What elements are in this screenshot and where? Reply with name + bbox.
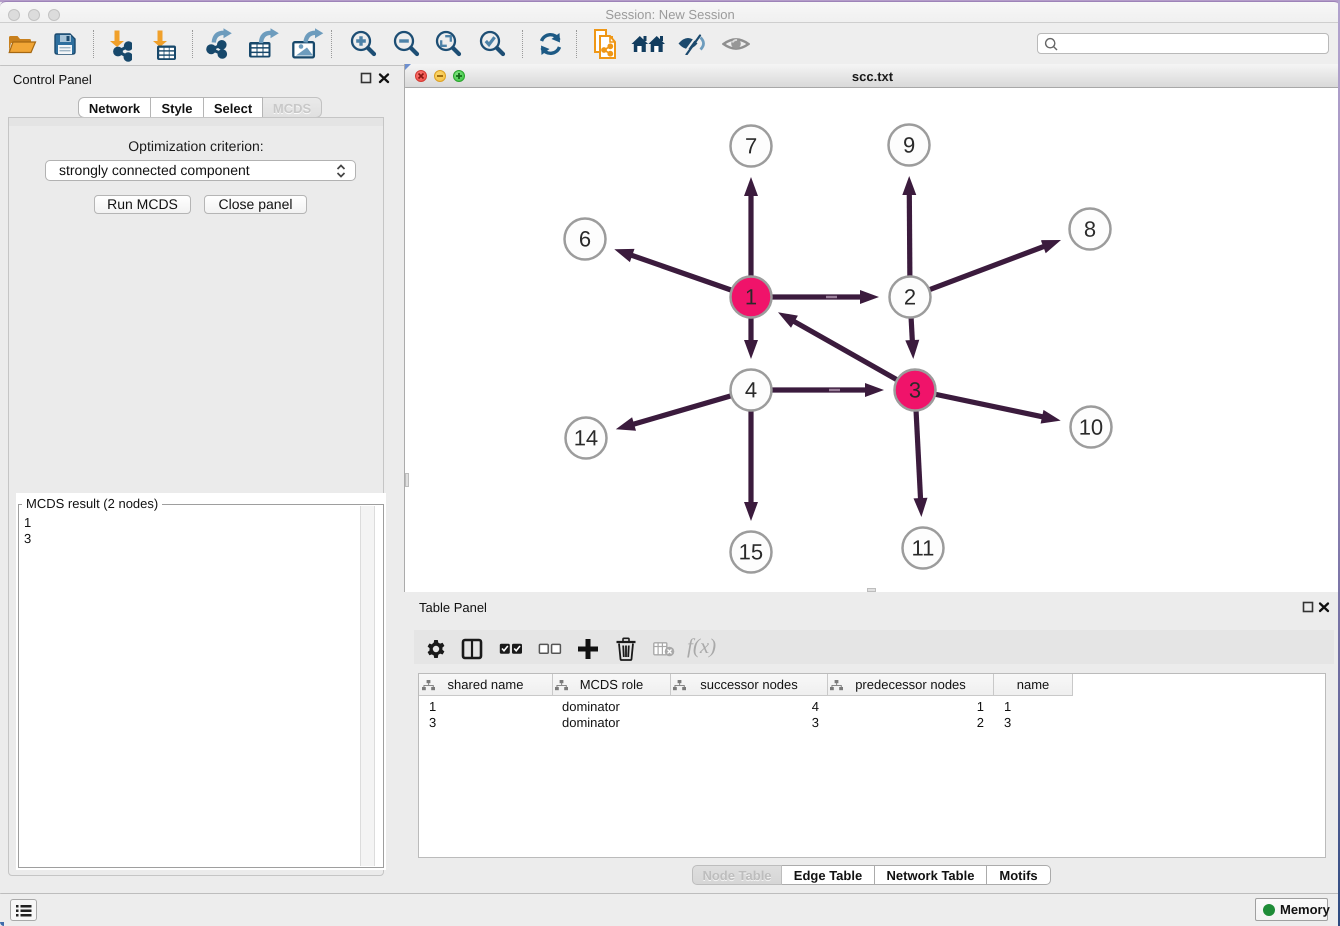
svg-text:4: 4	[745, 377, 757, 402]
svg-text:11: 11	[911, 536, 934, 561]
svg-text:10: 10	[1079, 415, 1103, 440]
svg-text:2: 2	[904, 285, 916, 310]
svg-text:8: 8	[1084, 217, 1096, 242]
svg-text:14: 14	[574, 425, 598, 450]
svg-text:3: 3	[909, 378, 921, 403]
svg-text:15: 15	[739, 539, 763, 564]
svg-text:9: 9	[903, 133, 915, 158]
svg-text:1: 1	[745, 284, 757, 309]
svg-text:6: 6	[579, 226, 591, 251]
svg-text:7: 7	[745, 133, 757, 158]
